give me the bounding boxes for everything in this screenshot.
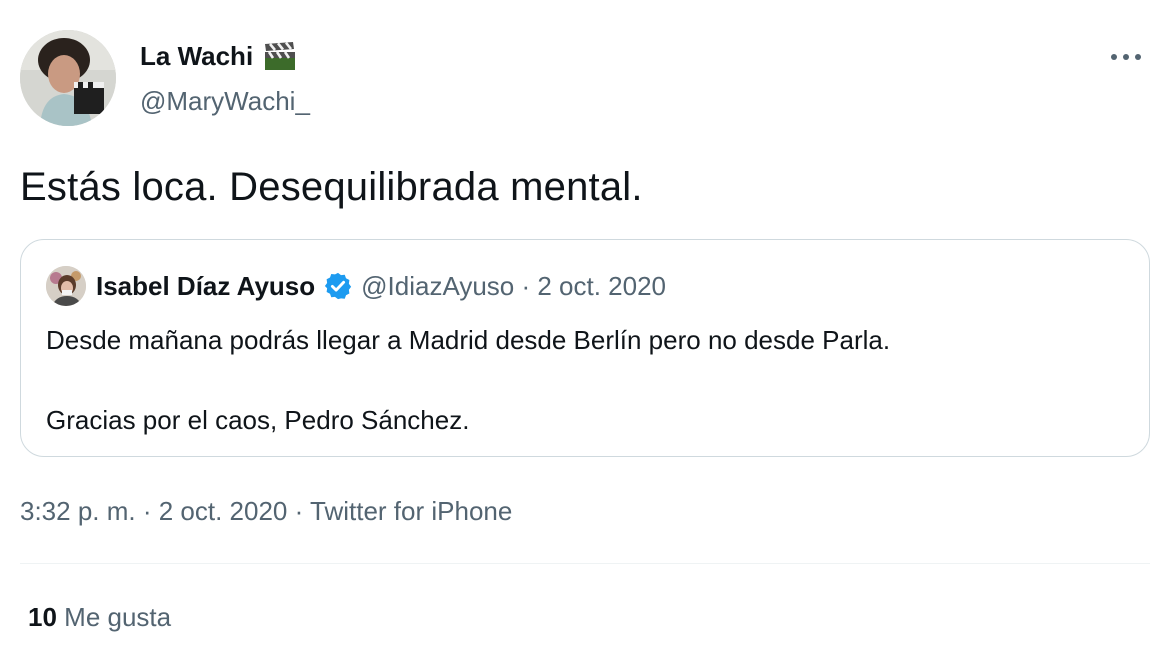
quoted-tweet-header: Isabel Díaz Ayuso @IdiazAyuso · 2 oct. 2… <box>46 266 666 306</box>
verified-badge-icon <box>323 271 353 301</box>
likes-stat[interactable]: 10 Me gusta <box>28 602 171 633</box>
likes-label: Me gusta <box>64 602 172 632</box>
quoted-tweet-line: Gracias por el caos, Pedro Sánchez. <box>46 405 470 435</box>
more-dots-icon <box>1111 54 1141 60</box>
author-avatar[interactable] <box>20 30 116 126</box>
author-display-name[interactable]: La Wachi <box>140 41 253 72</box>
author-display-name-row[interactable]: La Wachi <box>140 40 297 72</box>
divider <box>20 563 1150 564</box>
clapperboard-icon <box>263 40 297 72</box>
author-handle[interactable]: @MaryWachi_ <box>140 86 310 117</box>
likes-count: 10 <box>28 602 57 632</box>
quoted-tweet-line: Desde mañana podrás llegar a Madrid desd… <box>46 325 891 355</box>
quoted-tweet-body: Desde mañana podrás llegar a Madrid desd… <box>46 320 890 440</box>
more-options-button[interactable] <box>1104 42 1148 72</box>
tweet-timestamp[interactable]: 3:32 p. m. · 2 oct. 2020 · Twitter for i… <box>20 496 512 527</box>
quoted-author-name[interactable]: Isabel Díaz Ayuso <box>96 271 315 302</box>
quoted-tweet-card[interactable]: Isabel Díaz Ayuso @IdiazAyuso · 2 oct. 2… <box>20 239 1150 457</box>
quoted-author-avatar[interactable] <box>46 266 86 306</box>
tweet-text: Estás loca. Desequilibrada mental. <box>20 165 643 209</box>
quoted-tweet-meta[interactable]: @IdiazAyuso · 2 oct. 2020 <box>361 271 666 302</box>
